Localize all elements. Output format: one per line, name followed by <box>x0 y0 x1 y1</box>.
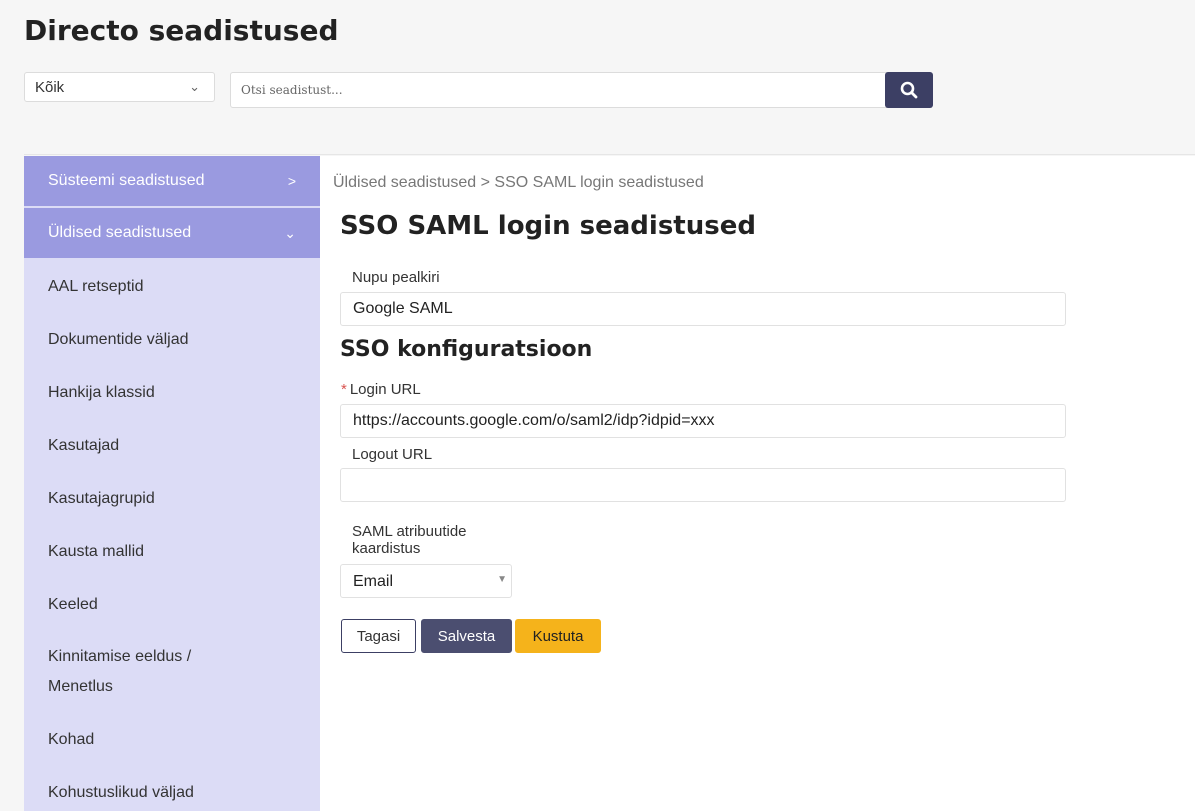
sidebar-item-label: Kinnitamise eeldus / <box>48 648 192 665</box>
chevron-down-icon: ⌄ <box>284 224 296 241</box>
sidebar-section-system[interactable]: Süsteemi seadistused > <box>24 156 320 208</box>
dropdown-arrow-icon: ▼ <box>497 574 507 585</box>
saml-mapping-label-line1: SAML atribuutide <box>352 523 467 540</box>
sidebar-item-label: Kohustuslikud väljad <box>48 783 194 801</box>
required-marker: * <box>341 381 347 398</box>
breadcrumb[interactable]: Üldised seadistused > SSO SAML login sea… <box>333 174 704 192</box>
saml-mapping-select[interactable]: Email ▼ <box>340 564 512 598</box>
sidebar-item-label: Kohad <box>48 730 95 748</box>
category-filter-select[interactable]: Kõik ⌄ <box>24 72 215 102</box>
search-input[interactable] <box>230 72 888 108</box>
delete-button[interactable]: Kustuta <box>515 619 601 653</box>
login-url-field[interactable] <box>340 404 1066 438</box>
divider <box>24 154 1195 155</box>
logout-url-label: Logout URL <box>352 446 433 463</box>
sidebar-item-label: Menetlus <box>48 678 113 695</box>
saml-mapping-label-line2: kaardistus <box>352 540 421 557</box>
sidebar-item-keeled[interactable]: Keeled <box>24 578 320 631</box>
sidebar-item-kasutajagrupid[interactable]: Kasutajagrupid <box>24 472 320 525</box>
chevron-right-icon: > <box>287 173 296 189</box>
sidebar-item-kinnitamise-eeldus[interactable]: Kinnitamise eeldus / Menetlus <box>24 631 320 713</box>
page-title: Directo seadistused <box>24 14 339 47</box>
login-url-label: * Login URL <box>341 381 421 398</box>
sidebar-item-label: AAL retseptid <box>48 277 144 295</box>
sidebar-item-kohustuslikud-valjad[interactable]: Kohustuslikud väljad <box>24 766 320 811</box>
sidebar-item-aal-retseptid[interactable]: AAL retseptid <box>24 260 320 313</box>
sidebar-item-label: Kausta mallid <box>48 542 145 560</box>
sidebar-section-label: Üldised seadistused <box>48 224 192 241</box>
sidebar-item-kasutajad[interactable]: Kasutajad <box>24 419 320 472</box>
sidebar: Süsteemi seadistused > Üldised seadistus… <box>24 156 320 811</box>
sidebar-item-label: Hankija klassid <box>48 383 155 401</box>
logout-url-field[interactable] <box>340 468 1066 502</box>
sidebar-item-kohad[interactable]: Kohad <box>24 713 320 766</box>
button-title-label: Nupu pealkiri <box>352 269 440 286</box>
sidebar-item-label: Dokumentide väljad <box>48 330 189 348</box>
filter-selected-value: Kõik <box>35 79 65 96</box>
saml-mapping-label: SAML atribuutide kaardistus <box>352 523 467 557</box>
search-icon <box>900 81 918 99</box>
button-title-field[interactable] <box>340 292 1066 326</box>
sidebar-item-dokumentide-valjad[interactable]: Dokumentide väljad <box>24 313 320 366</box>
sidebar-item-kausta-mallid[interactable]: Kausta mallid <box>24 525 320 578</box>
sidebar-item-label: Keeled <box>48 595 98 613</box>
chevron-down-icon: ⌄ <box>189 79 200 94</box>
back-button[interactable]: Tagasi <box>341 619 416 653</box>
config-section-title: SSO konfiguratsioon <box>340 337 593 362</box>
sidebar-item-hankija-klassid[interactable]: Hankija klassid <box>24 366 320 419</box>
sidebar-section-label: Süsteemi seadistused <box>48 172 205 189</box>
sidebar-item-label: Kasutajad <box>48 436 120 454</box>
login-url-label-text: Login URL <box>349 381 421 398</box>
sidebar-section-general[interactable]: Üldised seadistused ⌄ <box>24 208 320 260</box>
saml-mapping-selected-value: Email <box>353 573 394 590</box>
save-button[interactable]: Salvesta <box>421 619 512 653</box>
sidebar-item-label: Kasutajagrupid <box>48 489 155 507</box>
form-title: SSO SAML login seadistused <box>340 211 756 241</box>
search-button[interactable] <box>885 72 933 108</box>
